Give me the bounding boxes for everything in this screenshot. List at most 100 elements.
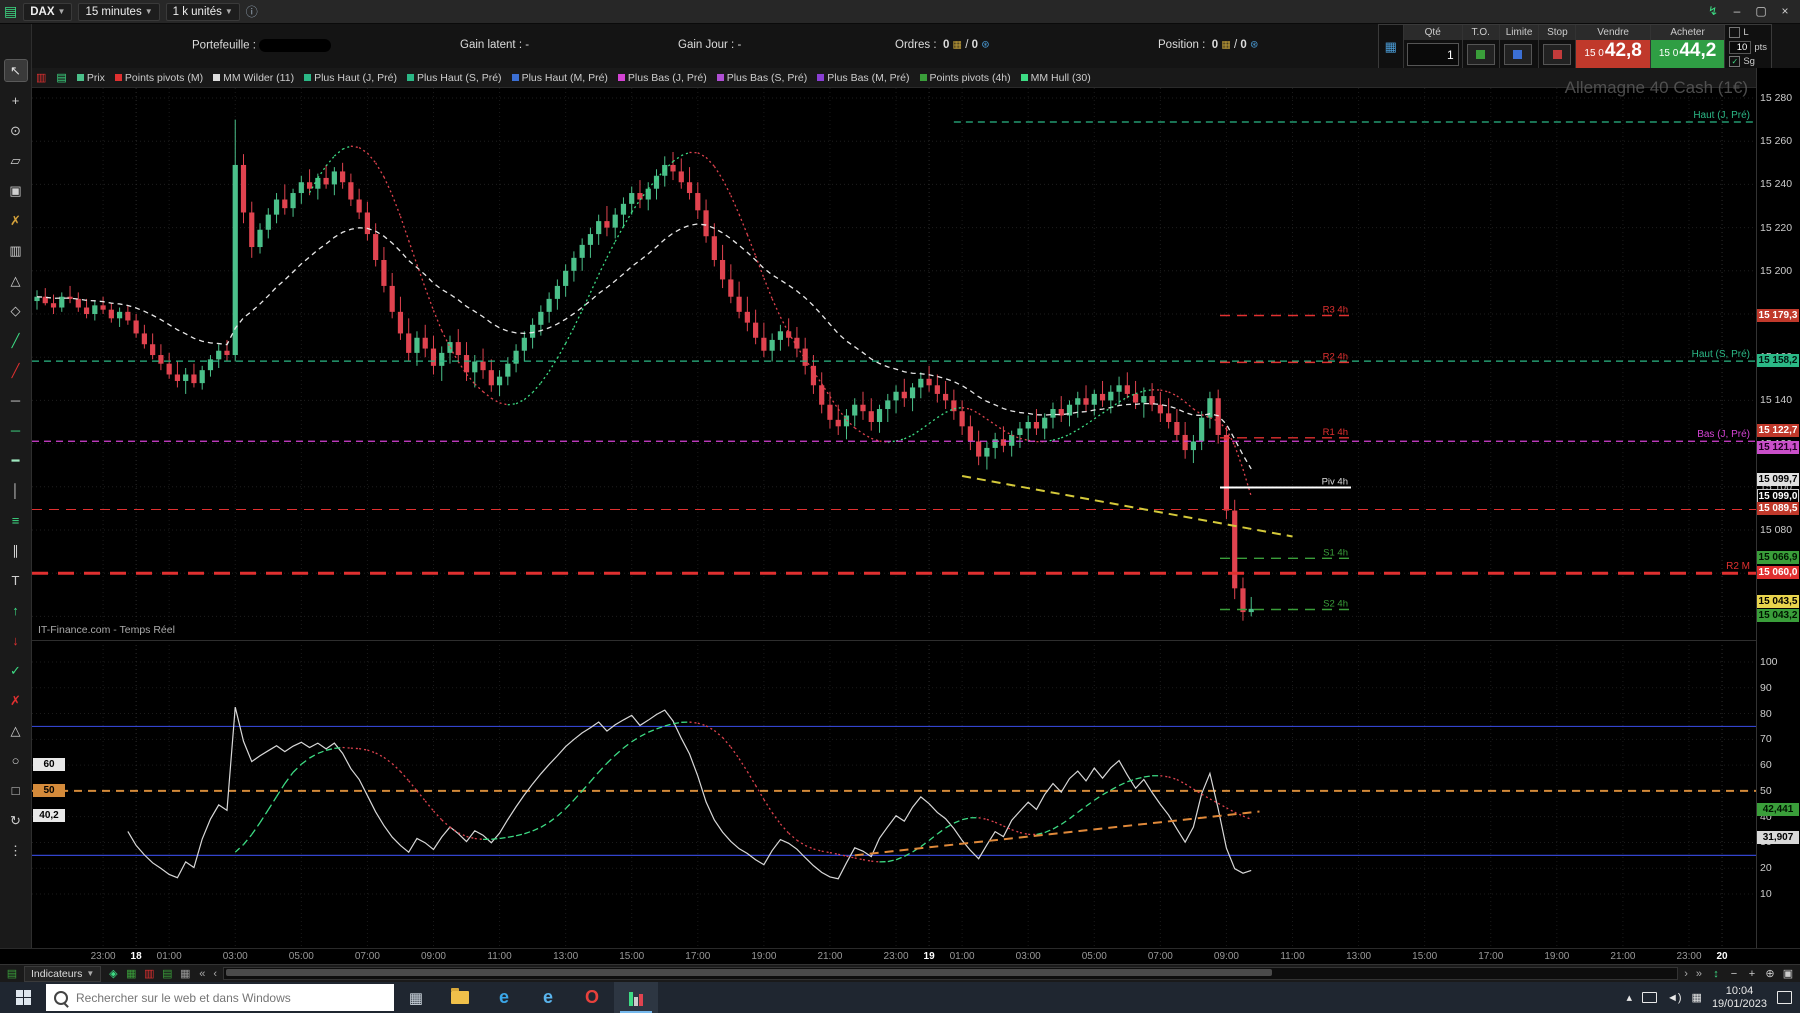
taskbar-clock[interactable]: 10:04 19/01/2023 [1712, 985, 1767, 1011]
chart-green-icon[interactable]: ▤ [159, 967, 175, 981]
horizontal-ray-icon[interactable]: ━ [5, 450, 27, 471]
chart-red-icon[interactable]: ▥ [141, 967, 157, 981]
validate-icon[interactable]: ✓ [5, 660, 27, 681]
main-price-chart[interactable]: Haut (J, Pré)Haut (S, Pré)Bas (J, Pré)R2… [32, 88, 1756, 636]
points-input[interactable]: 10 [1729, 41, 1751, 54]
rectangle-icon[interactable]: □ [5, 780, 27, 801]
connection-status-icon[interactable]: ↯ [1702, 3, 1724, 21]
oco-order-button[interactable] [1467, 44, 1495, 65]
chevron-up-icon[interactable]: ▴ [1626, 991, 1632, 1004]
horizontal-line-icon[interactable]: ─ [5, 420, 27, 441]
vertical-line-icon[interactable]: │ [5, 480, 27, 501]
position-list-icon[interactable]: ▦ [1221, 39, 1230, 50]
minimize-button[interactable]: – [1726, 3, 1748, 21]
position-settings-icon[interactable]: ⊛ [1250, 39, 1258, 50]
instrument-select[interactable]: DAX ▼ [23, 3, 72, 21]
chart-scrollbar[interactable] [223, 967, 1678, 980]
chart-style-icon-red[interactable]: ▥ [36, 71, 46, 84]
legend-item[interactable]: Points pivots (M) [115, 72, 203, 84]
arrow-up-icon[interactable]: ↑ [5, 600, 27, 621]
channel-icon[interactable]: ∥ [5, 540, 27, 561]
scroll-first-button[interactable]: « [197, 968, 207, 980]
zoom-tool-icon[interactable]: ⊙ [5, 120, 27, 141]
legend-color-swatch [115, 74, 122, 81]
action-center-icon[interactable] [1777, 991, 1792, 1004]
trading-app-icon[interactable] [614, 982, 658, 1013]
sell-button[interactable]: 15 042,8 [1576, 40, 1649, 69]
crosshair-icon[interactable]: + [5, 90, 27, 111]
taskbar-search[interactable] [46, 984, 394, 1011]
triangle-icon[interactable]: △ [5, 720, 27, 741]
ellipse-icon[interactable]: ○ [5, 750, 27, 771]
legend-item[interactable]: Prix [77, 72, 105, 84]
more-tools-icon[interactable]: ⋮ [5, 840, 27, 861]
fibonacci-icon[interactable]: ≡ [5, 510, 27, 531]
text-tool-icon[interactable]: T [5, 570, 27, 591]
scrollbar-thumb[interactable] [226, 969, 1272, 976]
legend-item[interactable]: Plus Bas (S, Pré) [717, 72, 808, 84]
volume-icon[interactable]: ◄) [1667, 992, 1682, 1004]
close-button[interactable]: × [1774, 3, 1796, 21]
legend-item[interactable]: Plus Haut (J, Pré) [304, 72, 397, 84]
zoom-in-icon[interactable]: + [1744, 967, 1760, 981]
edge-icon[interactable]: e [482, 982, 526, 1013]
scroll-next-button[interactable]: › [1682, 968, 1690, 980]
segment-icon[interactable]: ─ [5, 390, 27, 411]
info-icon[interactable]: ⓘ [246, 3, 258, 20]
time-axis[interactable]: 23:001801:0003:0005:0007:0009:0011:0013:… [0, 948, 1800, 965]
tools-icon[interactable]: ✗ [5, 210, 27, 231]
keyboard-icon[interactable]: ▦ [1692, 991, 1702, 1004]
sg-checkbox[interactable]: ✓ [1729, 56, 1740, 67]
fit-vertical-icon[interactable]: ↕ [1708, 967, 1724, 981]
trendline-up-icon[interactable]: ╱ [5, 330, 27, 351]
ie-icon[interactable]: e [526, 982, 570, 1013]
orders-settings-icon[interactable]: ⊛ [981, 39, 989, 50]
calendar-icon[interactable]: ▦ [177, 967, 193, 981]
opera-icon[interactable]: O [570, 982, 614, 1013]
units-select[interactable]: 1 k unités ▼ [166, 3, 240, 21]
task-view-icon[interactable]: ▦ [394, 982, 438, 1013]
network-icon[interactable] [1642, 992, 1657, 1003]
grid-view-icon[interactable]: ▦ [123, 967, 139, 981]
eraser-icon[interactable]: ▱ [5, 150, 27, 171]
price-axis[interactable] [1756, 68, 1800, 964]
cursor-icon[interactable]: ↖ [5, 60, 27, 81]
calculator-icon[interactable]: ▦ [1379, 25, 1404, 69]
scroll-prev-button[interactable]: ‹ [211, 968, 219, 980]
rotate-icon[interactable]: ↻ [5, 810, 27, 831]
quantity-input[interactable]: 1 [1407, 43, 1459, 66]
chart-style-icon-green[interactable]: ▤ [56, 71, 66, 84]
trash-icon[interactable]: ▥ [5, 240, 27, 261]
orders-list-icon[interactable]: ▦ [953, 39, 962, 50]
stop-order-button[interactable] [1543, 44, 1571, 65]
indicators-button[interactable]: Indicateurs ▼ [24, 966, 101, 982]
zoom-out-icon[interactable]: − [1726, 967, 1742, 981]
timeframe-select[interactable]: 15 minutes ▼ [78, 3, 159, 21]
legend-item[interactable]: Points pivots (4h) [920, 72, 1011, 84]
history-icon[interactable]: ▣ [1780, 967, 1796, 981]
start-button[interactable] [0, 982, 46, 1013]
arrow-down-icon[interactable]: ↓ [5, 630, 27, 651]
chevron-down-icon: ▼ [225, 7, 233, 16]
zoom-area-icon[interactable]: ⊕ [1762, 967, 1778, 981]
maximize-button[interactable]: ▢ [1750, 3, 1772, 21]
cancel-icon[interactable]: ✗ [5, 690, 27, 711]
pan-icon[interactable]: ◇ [5, 300, 27, 321]
rsi-indicator-chart[interactable] [32, 645, 1756, 948]
scroll-last-button[interactable]: » [1694, 968, 1704, 980]
shapes-icon[interactable]: △ [5, 270, 27, 291]
legend-item[interactable]: MM Wilder (11) [213, 72, 294, 84]
copy-icon[interactable]: ▣ [5, 180, 27, 201]
limit-order-button[interactable] [1504, 44, 1532, 65]
trendline-down-icon[interactable]: ╱ [5, 360, 27, 381]
legend-item[interactable]: Plus Bas (J, Pré) [618, 72, 707, 84]
l-checkbox[interactable] [1729, 27, 1740, 38]
legend-item[interactable]: Plus Bas (M, Pré) [817, 72, 909, 84]
legend-item[interactable]: MM Hull (30) [1021, 72, 1091, 84]
search-input[interactable] [74, 990, 386, 1006]
legend-item[interactable]: Plus Haut (M, Pré) [512, 72, 608, 84]
legend-item[interactable]: Plus Haut (S, Pré) [407, 72, 502, 84]
buy-button[interactable]: 15 044,2 [1651, 40, 1724, 69]
file-explorer-icon[interactable] [438, 982, 482, 1013]
share-icon[interactable]: ◈ [105, 967, 121, 981]
